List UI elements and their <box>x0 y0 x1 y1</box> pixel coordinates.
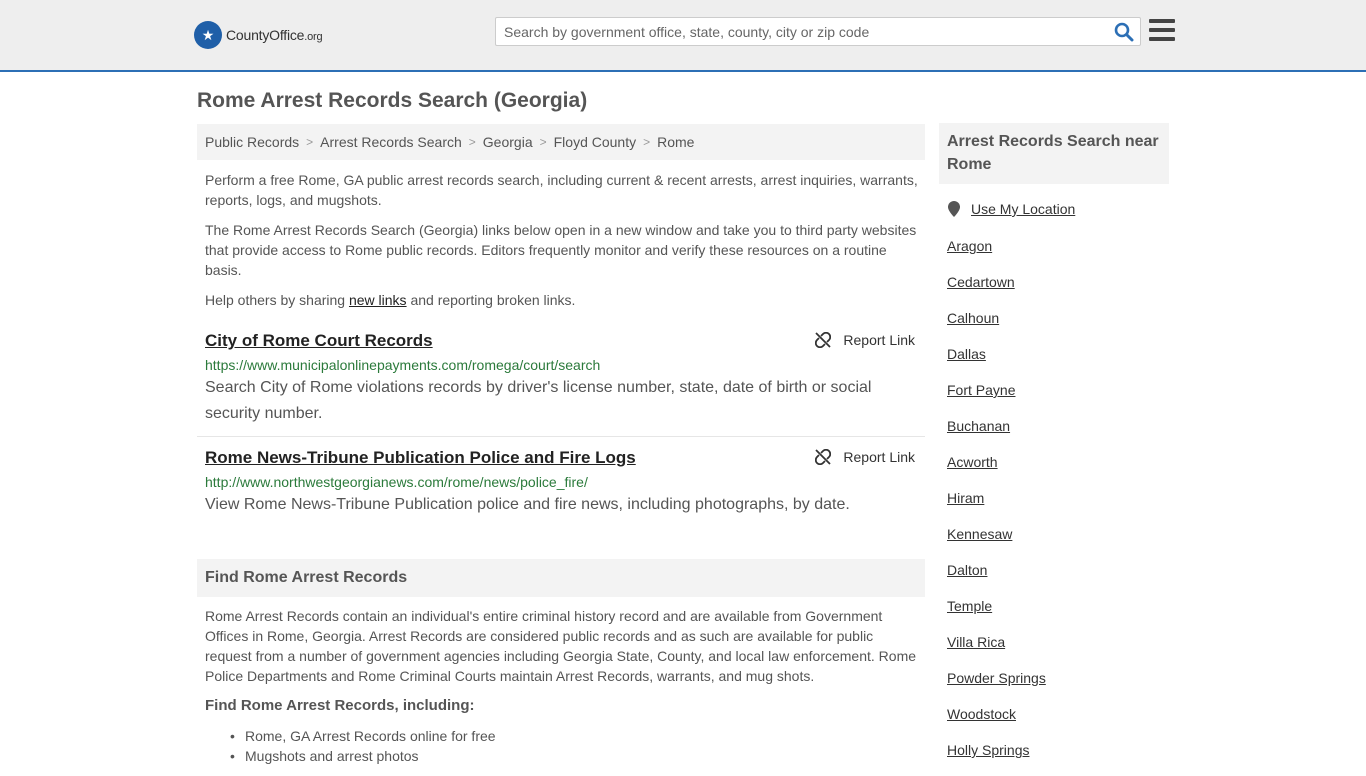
broken-link-icon <box>815 449 832 465</box>
logo-text: CountyOffice.org <box>226 27 323 43</box>
city-link[interactable]: Powder Springs <box>947 668 1046 704</box>
chevron-right-icon: > <box>306 135 314 149</box>
result-title-link[interactable]: Rome News-Tribune Publication Police and… <box>205 448 636 468</box>
find-records-heading: Find Rome Arrest Records <box>197 559 925 597</box>
find-records-list: Rome, GA Arrest Records online for free … <box>230 726 496 766</box>
use-my-location-link[interactable]: Use My Location <box>947 201 1075 217</box>
intro-paragraph-3: Help others by sharing new links and rep… <box>205 292 576 308</box>
city-link[interactable]: Woodstock <box>947 704 1046 740</box>
find-records-body: Rome Arrest Records contain an individua… <box>205 608 917 684</box>
divider <box>197 436 925 437</box>
result-description: Search City of Rome violations records b… <box>205 379 872 422</box>
breadcrumb-rome[interactable]: Rome <box>657 134 694 150</box>
city-link[interactable]: Buchanan <box>947 416 1046 452</box>
find-records-subheading: Find Rome Arrest Records, including: <box>205 697 475 714</box>
breadcrumb: Public Records > Arrest Records Search > G… <box>197 124 925 160</box>
map-pin-icon <box>948 201 960 217</box>
city-link[interactable]: Dalton <box>947 560 1046 596</box>
intro-paragraph-2: The Rome Arrest Records Search (Georgia)… <box>205 222 917 278</box>
new-links-link[interactable]: new links <box>349 292 407 308</box>
hamburger-menu-icon[interactable] <box>1149 19 1175 41</box>
result-url: http://www.northwestgeorgianews.com/rome… <box>205 474 588 490</box>
chevron-right-icon: > <box>468 135 476 149</box>
list-item: Mugshots and arrest photos <box>230 746 496 766</box>
chevron-right-icon: > <box>643 135 651 149</box>
city-link[interactable]: Hiram <box>947 488 1046 524</box>
page-title: Rome Arrest Records Search (Georgia) <box>197 89 588 112</box>
breadcrumb-arrest-records-search[interactable]: Arrest Records Search <box>320 134 462 150</box>
result-description: View Rome News-Tribune Publication polic… <box>205 496 850 513</box>
breadcrumb-floyd-county[interactable]: Floyd County <box>554 134 636 150</box>
city-link[interactable]: Aragon <box>947 236 1046 272</box>
sidebar-heading: Arrest Records Search near Rome <box>939 123 1169 184</box>
city-link[interactable]: Dallas <box>947 344 1046 380</box>
report-link-button[interactable]: Report Link <box>815 449 915 465</box>
intro-paragraph-1: Perform a free Rome, GA public arrest re… <box>205 172 918 208</box>
report-link-button[interactable]: Report Link <box>815 332 915 348</box>
city-link[interactable]: Holly Springs <box>947 740 1046 776</box>
city-link[interactable]: Cedartown <box>947 272 1046 308</box>
city-link[interactable]: Calhoun <box>947 308 1046 344</box>
list-item: Rome, GA Arrest Records online for free <box>230 726 496 746</box>
breadcrumb-public-records[interactable]: Public Records <box>205 134 299 150</box>
city-link[interactable]: Acworth <box>947 452 1046 488</box>
result-title-link[interactable]: City of Rome Court Records <box>205 331 433 351</box>
city-link[interactable]: Temple <box>947 596 1046 632</box>
city-link[interactable]: Kennesaw <box>947 524 1046 560</box>
eagle-icon: ★ <box>194 21 222 49</box>
search-button[interactable] <box>1114 22 1134 42</box>
result-url: https://www.municipalonlinepayments.com/… <box>205 357 601 373</box>
city-link[interactable]: Fort Payne <box>947 380 1046 416</box>
broken-link-icon <box>815 332 832 348</box>
nearby-cities-list: Aragon Cedartown Calhoun Dallas Fort Pay… <box>947 236 1046 776</box>
site-logo[interactable]: ★ CountyOffice.org <box>194 21 323 49</box>
search-input[interactable] <box>496 18 1096 45</box>
search-box <box>495 17 1141 46</box>
chevron-right-icon: > <box>539 135 547 149</box>
city-link[interactable]: Villa Rica <box>947 632 1046 668</box>
site-header: ★ CountyOffice.org <box>0 0 1366 72</box>
breadcrumb-georgia[interactable]: Georgia <box>483 134 533 150</box>
search-icon <box>1114 22 1134 42</box>
